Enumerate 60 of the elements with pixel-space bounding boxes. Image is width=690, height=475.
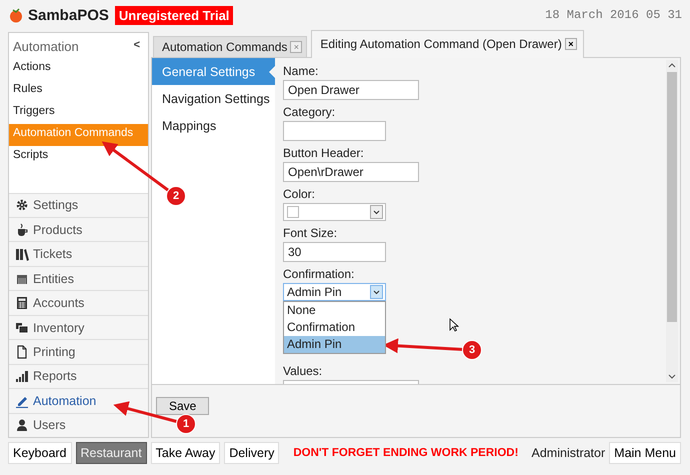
dropdown-option[interactable]: Admin Pin	[284, 336, 385, 353]
module-item[interactable]: Products	[9, 217, 148, 242]
boxes-icon	[15, 320, 29, 334]
module-item[interactable]: Automation	[9, 388, 148, 413]
field-label: Color:	[283, 186, 316, 203]
warning-message: DON'T FORGET ENDING WORK PERIOD!	[293, 447, 518, 459]
cup-icon	[15, 222, 29, 237]
books-icon	[15, 247, 29, 262]
field-label: Button Header:	[283, 145, 365, 162]
field-label: Values:	[283, 363, 324, 380]
main-menu-button[interactable]: Main Menu	[609, 442, 681, 464]
nav-item[interactable]: Mappings	[152, 112, 275, 139]
module-item[interactable]: Accounts	[9, 290, 148, 315]
sidebar-item[interactable]: Scripts	[9, 146, 148, 168]
field-label: Confirmation:	[283, 266, 356, 283]
document-icon	[15, 344, 29, 359]
trial-badge: Unregistered Trial	[114, 6, 234, 24]
tab[interactable]: Editing Automation Command (Open Drawer) ×	[311, 30, 584, 58]
module-item[interactable]: Users	[9, 412, 148, 437]
scroll-thumb[interactable]	[667, 72, 677, 322]
sidebar-item[interactable]: Rules	[9, 80, 148, 102]
tomato-logo-icon	[8, 7, 24, 23]
save-button[interactable]: Save	[156, 397, 210, 415]
user-name: Administrator	[532, 446, 606, 460]
collapse-button[interactable]: <	[134, 39, 140, 54]
module-item[interactable]: Reports	[9, 364, 148, 388]
field-label: Category:	[283, 104, 336, 121]
department-button[interactable]: Keyboard	[8, 442, 72, 464]
tab[interactable]: Automation Commands ×	[153, 36, 308, 57]
nav-item[interactable]: Navigation Settings	[152, 85, 275, 112]
field-label: Font Size:	[283, 225, 338, 242]
close-button[interactable]: ×	[564, 38, 577, 50]
module-item[interactable]: Entities	[9, 266, 148, 290]
department-button[interactable]: Delivery	[224, 442, 280, 464]
text-field[interactable]: Open\rDrawer	[283, 162, 419, 182]
module-item[interactable]: Inventory	[9, 314, 148, 340]
dropdown-option[interactable]: Confirmation	[284, 319, 385, 336]
department-button[interactable]: Restaurant	[76, 442, 147, 464]
user-icon	[15, 418, 29, 432]
text-field[interactable]: Open Drawer	[283, 80, 419, 100]
bar-chart-icon	[15, 369, 29, 384]
sidebar-title: Automation	[13, 39, 79, 54]
text-field[interactable]: 30	[283, 242, 386, 262]
mouse-cursor-icon	[449, 318, 459, 332]
calculator-icon	[15, 296, 29, 310]
date-time: 18 March 2016 05 31	[545, 8, 682, 22]
color-dropdown[interactable]	[283, 203, 386, 221]
sidebar-item[interactable]: Actions	[9, 58, 148, 80]
gear-icon	[15, 198, 29, 212]
app-name: SambaPOS	[28, 6, 109, 24]
scrollbar[interactable]	[666, 60, 678, 382]
module-item[interactable]: Settings	[9, 192, 148, 218]
module-item[interactable]: Tickets	[9, 241, 148, 266]
text-field[interactable]	[283, 121, 386, 141]
department-button[interactable]: Take Away	[150, 442, 220, 464]
dropdown-option[interactable]: None	[284, 302, 385, 319]
field-label: Name:	[283, 63, 320, 80]
module-item[interactable]: Printing	[9, 339, 148, 364]
sidebar-item[interactable]: Triggers	[9, 102, 148, 124]
caret-icon	[370, 205, 383, 219]
